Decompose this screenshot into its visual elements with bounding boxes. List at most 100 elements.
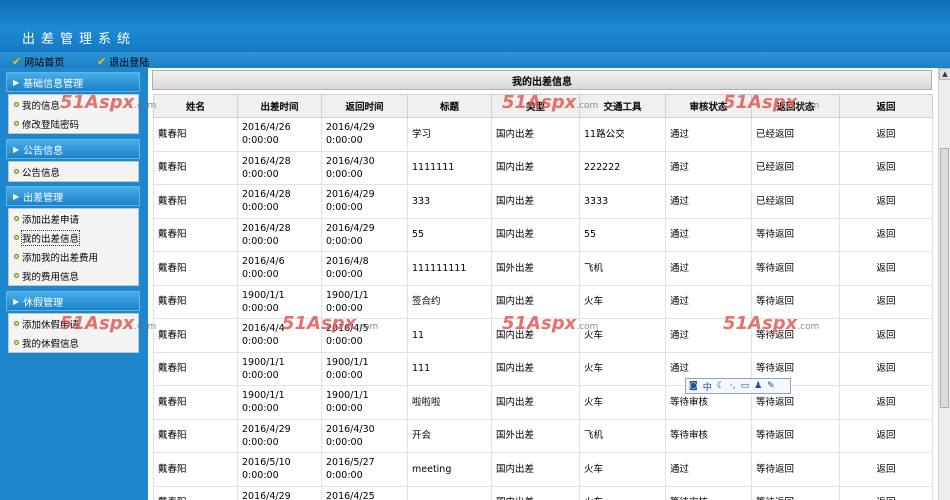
bullet-icon xyxy=(14,235,19,240)
return-link[interactable]: 返回 xyxy=(839,117,933,152)
sidebar-item-label: 我的信息 xyxy=(22,100,61,112)
sidebar-item-label: 我的休假信息 xyxy=(22,338,80,350)
logout-link-label: 退出登陆 xyxy=(109,58,150,69)
table-cell: 国外出差 xyxy=(491,418,580,453)
wrench-icon[interactable]: ✎ xyxy=(767,381,775,391)
column-header: 出差时间 xyxy=(237,94,322,118)
table-cell: 2016/4/29 0:00:00 xyxy=(237,418,322,453)
table-cell: 戴春阳 xyxy=(153,385,238,420)
watermark-text: 51Aspx xyxy=(723,313,798,334)
column-header: 姓名 xyxy=(153,94,238,118)
bullet-icon xyxy=(14,340,19,345)
punctuation-icon[interactable]: ·, xyxy=(730,381,736,391)
return-link[interactable]: 返回 xyxy=(839,284,933,319)
trip-table: 姓名 出差时间 返回时间 标题 类型 交通工具 审核状态 返回状态 返回 戴春阳 2016/4/2… xyxy=(153,94,933,500)
table-cell: 2016/4/29 0:00:00 xyxy=(321,217,408,252)
sidebar-item-my-trips[interactable]: 我的出差信息 xyxy=(9,228,138,247)
table-cell: 国内出差 xyxy=(491,452,580,487)
sidebar-item-my-leaves[interactable]: 我的休假信息 xyxy=(9,333,138,352)
home-link-label: 网站首页 xyxy=(24,58,65,69)
half-width-moon-icon[interactable]: ☾ xyxy=(717,381,725,391)
keyboard-icon[interactable]: ▭ xyxy=(741,381,750,391)
watermark-logo: 51Aspx.com xyxy=(60,313,156,334)
return-link[interactable]: 返回 xyxy=(839,485,933,500)
table-cell: 2016/4/29 0:00:00 xyxy=(321,117,408,152)
sidebar-section-notice[interactable]: ▶ 公告信息 xyxy=(6,139,140,159)
table-cell: 等待审核 xyxy=(665,418,752,453)
table-cell: 火车 xyxy=(579,385,666,420)
triangle-right-icon: ▶ xyxy=(13,77,20,87)
sidebar-section-basic-info[interactable]: ▶ 基础信息管理 xyxy=(6,72,140,92)
table-cell: 通过 xyxy=(665,251,752,286)
sidebar-item-add-trip[interactable]: 添加出差申请 xyxy=(9,209,138,228)
table-row: 戴春阳 2016/4/28 0:00:00 2016/4/29 0:00:00 333… xyxy=(153,184,933,219)
sidebar-item-label: 添加我的出差费用 xyxy=(22,252,99,264)
table-cell: 戴春阳 xyxy=(153,351,238,386)
sidebar-item-label: 我的费用信息 xyxy=(22,271,80,283)
home-link[interactable]: ✔ 网站首页 xyxy=(12,54,64,69)
table-cell: 国内出差 xyxy=(491,351,580,386)
vertical-scrollbar[interactable]: ▲ xyxy=(938,68,950,500)
sidebar-section-leave-mgmt[interactable]: ▶ 休假管理 xyxy=(6,291,140,311)
table-cell: 2016/4/25 0:00:00 xyxy=(321,485,408,500)
table-cell: 飞机 xyxy=(579,251,666,286)
return-link[interactable]: 返回 xyxy=(839,385,933,420)
table-cell: 国内出差 xyxy=(491,184,580,219)
table-cell: 2016/4/28 0:00:00 xyxy=(237,150,322,185)
table-cell: 戴春阳 xyxy=(153,251,238,286)
return-link[interactable]: 返回 xyxy=(839,217,933,252)
watermark-suffix: .com xyxy=(797,101,820,111)
table-cell: 戴春阳 xyxy=(153,284,238,319)
user-icon[interactable]: ♟ xyxy=(754,381,762,391)
bullet-icon xyxy=(14,273,19,278)
table-cell: 111111111 xyxy=(407,251,492,286)
sidebar-section-title: 休假管理 xyxy=(23,297,64,309)
sidebar-item-change-password[interactable]: 修改登陆密码 xyxy=(9,114,138,133)
column-header: 返回时间 xyxy=(321,94,408,118)
return-link[interactable]: 返回 xyxy=(839,251,933,286)
watermark-text: 51Aspx xyxy=(502,92,577,113)
watermark-text: 51Aspx xyxy=(60,313,135,334)
table-cell: 55 xyxy=(579,217,666,252)
table-cell: 2016/4/8 0:00:00 xyxy=(321,251,408,286)
ime-mode[interactable]: 中 xyxy=(703,380,712,393)
ime-logo-icon[interactable]: ◙ xyxy=(689,381,698,391)
panel-title: 我的出差信息 xyxy=(152,70,932,90)
table-cell: 戴春阳 xyxy=(153,452,238,487)
sidebar-section-trip-mgmt[interactable]: ▶ 出差管理 xyxy=(6,186,140,206)
app-header: 出差管理系统 xyxy=(0,0,950,52)
return-link[interactable]: 返回 xyxy=(839,452,933,487)
table-cell: 1900/1/1 0:00:00 xyxy=(321,351,408,386)
sidebar-item-my-expenses[interactable]: 我的费用信息 xyxy=(9,266,138,285)
sidebar-item-notice[interactable]: 公告信息 xyxy=(9,162,138,181)
sidebar-section-title: 出差管理 xyxy=(23,192,64,204)
return-link[interactable]: 返回 xyxy=(839,418,933,453)
table-cell: 戴春阳 xyxy=(153,318,238,353)
scroll-up-arrow-icon[interactable]: ▲ xyxy=(939,68,950,80)
table-cell: 2016/5/27 0:00:00 xyxy=(321,452,408,487)
table-cell: 通过 xyxy=(665,150,752,185)
table-row: 戴春阳 2016/4/26 0:00:00 2016/4/29 0:00:00 学习国… xyxy=(153,117,933,152)
table-cell: 1900/1/1 0:00:00 xyxy=(237,385,322,420)
sidebar-item-label: 修改登陆密码 xyxy=(22,119,80,131)
table-cell: 火车 xyxy=(579,452,666,487)
column-header: 标题 xyxy=(407,94,492,118)
table-cell: 3333 xyxy=(579,184,666,219)
table-cell: 222222 xyxy=(579,150,666,185)
return-link[interactable]: 返回 xyxy=(839,184,933,219)
table-cell: 55 xyxy=(407,217,492,252)
return-link[interactable]: 返回 xyxy=(839,318,933,353)
table-cell: 已经返回 xyxy=(751,150,840,185)
scrollbar-thumb[interactable] xyxy=(940,148,949,408)
table-cell: 2016/4/30 0:00:00 xyxy=(321,418,408,453)
sidebar-section-title: 公告信息 xyxy=(23,145,64,157)
table-cell: 已经返回 xyxy=(751,184,840,219)
app-title: 出差管理系统 xyxy=(22,32,137,47)
sidebar-item-add-expense[interactable]: 添加我的出差费用 xyxy=(9,247,138,266)
table-cell: 等待返回 xyxy=(751,485,840,500)
return-link[interactable]: 返回 xyxy=(839,351,933,386)
watermark-text: 51Aspx xyxy=(723,92,798,113)
logout-link[interactable]: ✔ 退出登陆 xyxy=(97,54,149,69)
ime-toolbar[interactable]: ◙ 中 ☾ ·, ▭ ♟ ✎ xyxy=(685,378,791,394)
return-link[interactable]: 返回 xyxy=(839,150,933,185)
